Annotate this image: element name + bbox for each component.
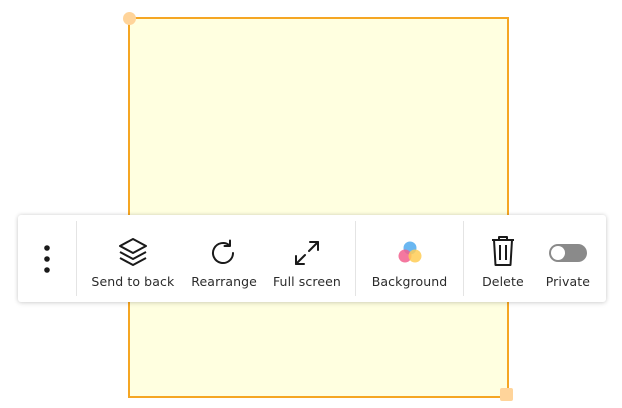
expand-icon — [294, 240, 319, 265]
delete-label: Delete — [482, 273, 524, 289]
more-group — [18, 215, 76, 302]
private-toggle[interactable]: Private — [538, 215, 602, 302]
full-screen-label: Full screen — [272, 273, 341, 289]
background-group: Background — [356, 215, 464, 302]
arrange-group: Send to back Rearrange Full screen — [76, 215, 355, 302]
delete-button[interactable]: Delete — [468, 215, 538, 302]
resize-handle-bottom-right[interactable] — [500, 388, 513, 401]
rearrange-label: Rearrange — [191, 273, 257, 289]
rotate-icon — [212, 239, 235, 264]
full-screen-button[interactable]: Full screen — [265, 215, 349, 302]
more-options-button[interactable] — [18, 215, 76, 302]
background-label: Background — [371, 273, 448, 289]
resize-handle-top-left[interactable] — [123, 12, 136, 25]
toggle-knob — [550, 245, 565, 260]
color-circles-icon — [398, 241, 421, 262]
canvas: Send to back Rearrange Full screen Backg… — [0, 0, 622, 408]
background-button[interactable]: Background — [364, 215, 456, 302]
layers-icon — [118, 237, 147, 266]
sticky-note[interactable] — [128, 17, 509, 398]
actions-group: Delete Private — [464, 215, 606, 302]
vertical-ellipsis-icon — [44, 244, 50, 273]
note-toolbar: Send to back Rearrange Full screen Backg… — [18, 215, 606, 302]
private-label: Private — [545, 273, 591, 289]
send-to-back-button[interactable]: Send to back — [82, 215, 183, 302]
toggle-icon[interactable] — [548, 243, 587, 262]
rearrange-button[interactable]: Rearrange — [183, 215, 265, 302]
trash-icon — [491, 235, 514, 266]
send-to-back-label: Send to back — [91, 273, 175, 289]
